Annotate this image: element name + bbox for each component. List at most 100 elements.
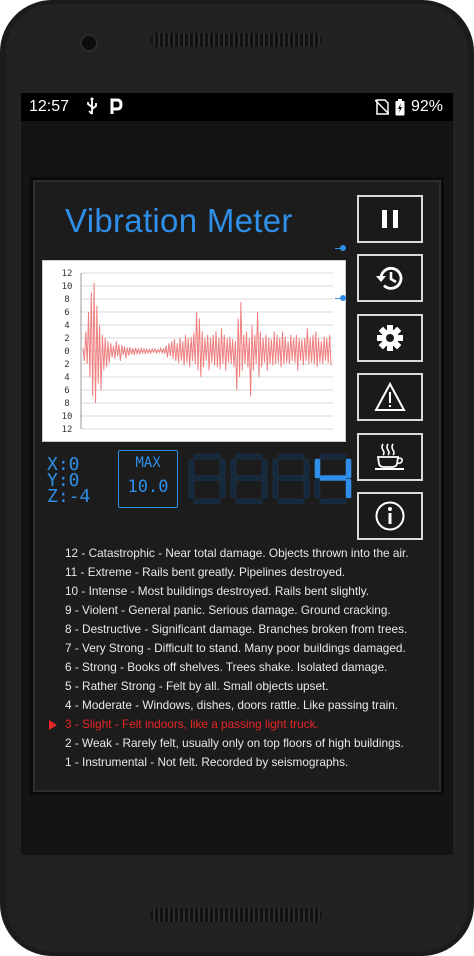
y-tick-label: 12 xyxy=(62,269,73,279)
scale-item: 12 - Catastrophic - Near total damage. O… xyxy=(49,544,435,563)
y-tick-label: 6 xyxy=(64,308,69,318)
y-tick-label: 10 xyxy=(62,282,73,292)
scale-item: 1 - Instrumental - Not felt. Recorded by… xyxy=(49,753,435,772)
scale-item-label: 9 - Violent - General panic. Serious dam… xyxy=(65,603,391,617)
warning-button[interactable] xyxy=(357,373,423,421)
scale-item-label: 5 - Rather Strong - Felt by all. Small o… xyxy=(65,679,329,693)
digit-segment xyxy=(261,478,268,499)
pause-icon xyxy=(382,210,398,228)
scale-item: 5 - Rather Strong - Felt by all. Small o… xyxy=(49,677,435,696)
history-icon xyxy=(376,266,403,290)
digit-segment xyxy=(235,475,263,481)
digit-segment xyxy=(219,458,226,479)
scale-item: 2 - Weak - Rarely felt, usually only on … xyxy=(49,734,435,753)
front-camera xyxy=(80,34,98,52)
digit-segment xyxy=(230,458,237,479)
digit-segment xyxy=(219,478,226,499)
digit-segment xyxy=(319,498,347,505)
digit-segment xyxy=(188,458,195,479)
digit-segment xyxy=(345,478,352,499)
history-button[interactable] xyxy=(357,254,423,302)
scale-item-label: 4 - Moderate - Windows, dishes, doors ra… xyxy=(65,698,399,712)
scale-item: 4 - Moderate - Windows, dishes, doors ra… xyxy=(49,696,435,715)
digit-segment xyxy=(261,458,268,479)
bottom-speaker-grille xyxy=(150,908,322,922)
max-value-box: MAX 10.0 xyxy=(118,450,178,508)
digit-segment xyxy=(277,453,305,460)
y-tick-label: 0 xyxy=(64,347,69,357)
info-icon xyxy=(375,501,405,531)
digit-segment xyxy=(314,478,321,499)
digit-segment xyxy=(230,478,237,499)
y-tick-label: 10 xyxy=(62,412,73,422)
digit-segment xyxy=(319,453,347,460)
digit-segment xyxy=(319,475,347,481)
digit-segment xyxy=(314,458,321,479)
digit-segment xyxy=(193,498,221,505)
pause-button[interactable] xyxy=(357,195,423,243)
vibration-graph-svg: 12 10 8 6 4 2 0 2 4 6 8 10 12 xyxy=(62,269,333,435)
digit-segment xyxy=(303,478,310,499)
top-speaker-grille xyxy=(150,33,322,47)
scale-item-label: 10 - Intense - Most buildings destroyed.… xyxy=(65,584,370,598)
settings-gear-icon xyxy=(377,325,403,351)
max-value: 10.0 xyxy=(127,477,169,497)
battery-charging-icon xyxy=(395,98,405,115)
scale-item-label: 1 - Instrumental - Not felt. Recorded by… xyxy=(65,755,349,769)
digit-segment xyxy=(303,458,310,479)
vibration-meter-app: Vibration Meter 12 10 8 6 4 2 0 2 4 6 8 … xyxy=(33,180,441,792)
y-tick-label: 2 xyxy=(64,334,69,344)
digit-segment xyxy=(235,498,263,505)
seven-segment-display xyxy=(185,452,353,508)
warning-icon xyxy=(374,382,406,411)
app-title: Vibration Meter xyxy=(65,202,293,239)
coffee-button[interactable] xyxy=(357,433,423,481)
settings-button[interactable] xyxy=(357,314,423,362)
screen: 12:57 92% Vibration Meter 12 10 8 6 4 2 … xyxy=(21,93,453,855)
mercalli-scale-list: 12 - Catastrophic - Near total damage. O… xyxy=(49,544,435,772)
info-button[interactable] xyxy=(357,492,423,540)
phone-frame: 12:57 92% Vibration Meter 12 10 8 6 4 2 … xyxy=(0,0,474,956)
scale-item: 8 - Destructive - Significant damage. Br… xyxy=(49,620,435,639)
digit-segment xyxy=(345,458,352,479)
scale-item-label: 2 - Weak - Rarely felt, usually only on … xyxy=(65,736,404,750)
y-tick-label: 4 xyxy=(64,321,69,331)
y-tick-label: 6 xyxy=(64,386,69,396)
z-axis-value: Z:-4 xyxy=(47,486,91,507)
scale-item-label: 6 - Strong - Books off shelves. Trees sh… xyxy=(65,660,388,674)
y-tick-label: 8 xyxy=(64,399,69,409)
scale-item: 7 - Very Strong - Difficult to stand. Ma… xyxy=(49,639,435,658)
usb-icon xyxy=(87,97,97,115)
coffee-cup-icon xyxy=(375,443,404,470)
scale-item: 10 - Intense - Most buildings destroyed.… xyxy=(49,582,435,601)
parking-p-icon xyxy=(110,98,123,114)
y-tick-label: 12 xyxy=(62,425,73,435)
scale-item: 11 - Extreme - Rails bent greatly. Pipel… xyxy=(49,563,435,582)
status-bar: 12:57 92% xyxy=(21,93,453,121)
battery-percent: 92% xyxy=(410,98,443,115)
scale-item-label: 3 - Slight - Felt indoors, like a passin… xyxy=(65,717,319,731)
digit-segment xyxy=(235,453,263,460)
scale-item-label: 8 - Destructive - Significant damage. Br… xyxy=(65,622,408,636)
current-level-arrow-icon xyxy=(49,720,57,730)
vibration-graph: 12 10 8 6 4 2 0 2 4 6 8 10 12 xyxy=(42,260,346,442)
digit-segment xyxy=(277,475,305,481)
scale-item-label: 7 - Very Strong - Difficult to stand. Ma… xyxy=(65,641,406,655)
max-label: MAX xyxy=(135,455,161,471)
y-tick-label: 4 xyxy=(64,373,69,383)
digit-segment xyxy=(272,458,279,479)
digit-segment xyxy=(272,478,279,499)
lower-threshold-marker[interactable] xyxy=(340,295,346,301)
digit-segment xyxy=(193,475,221,481)
scale-item: 9 - Violent - General panic. Serious dam… xyxy=(49,601,435,620)
y-tick-label: 2 xyxy=(64,360,69,370)
y-tick-label: 8 xyxy=(64,295,69,305)
vibration-waveform xyxy=(82,282,332,404)
scale-item-label: 12 - Catastrophic - Near total damage. O… xyxy=(65,546,409,560)
status-time: 12:57 xyxy=(29,98,70,115)
upper-threshold-marker[interactable] xyxy=(340,245,346,251)
digit-segment xyxy=(277,498,305,505)
no-sim-icon xyxy=(374,99,389,115)
notification-icons xyxy=(85,97,123,115)
seven-segment-digits xyxy=(188,453,352,505)
